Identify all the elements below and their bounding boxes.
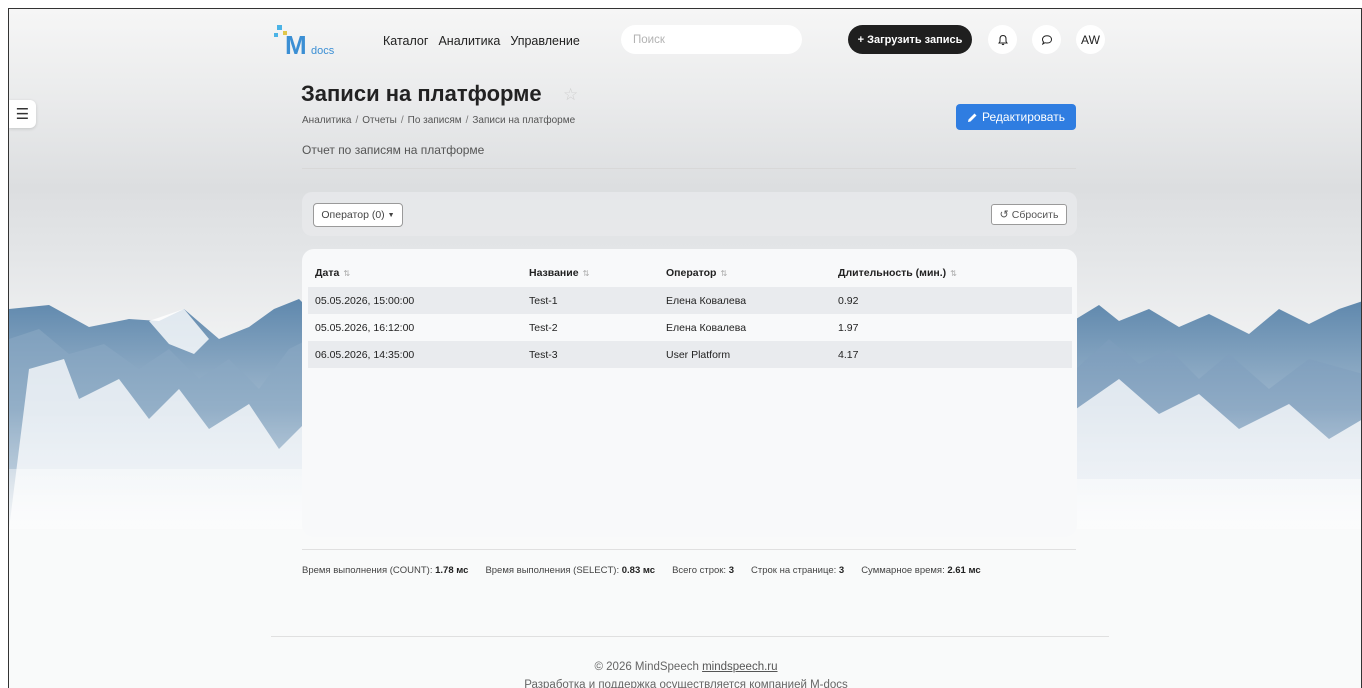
divider: [302, 168, 1076, 169]
stat-rows-per-page: Строк на странице: 3: [751, 565, 845, 576]
column-header-date[interactable]: Дата ⇅: [315, 267, 350, 279]
cell-date: 06.05.2026, 14:35:00: [315, 349, 415, 361]
breadcrumb-analytics[interactable]: Аналитика: [302, 115, 352, 126]
search-input[interactable]: [621, 25, 802, 54]
page-subtitle: Отчет по записям на платформе: [302, 143, 485, 157]
cell-name: Test-2: [529, 322, 558, 334]
cell-operator: Елена Ковалева: [666, 322, 747, 334]
footer-link[interactable]: mindspeech.ru: [702, 661, 777, 673]
app-frame: M docs Каталог Аналитика Управление + За…: [8, 8, 1362, 688]
cell-operator: User Platform: [666, 349, 731, 361]
sidebar-toggle-button[interactable]: ☰: [9, 100, 36, 128]
breadcrumb: Аналитика / Отчеты / По записям / Записи…: [302, 115, 576, 126]
table-row[interactable]: 05.05.2026, 16:12:00 Test-2 Елена Ковале…: [308, 314, 1072, 341]
stat-select-time: Время выполнения (SELECT): 0.83 мс: [485, 565, 656, 576]
divider: [271, 636, 1109, 637]
nav-management[interactable]: Управление: [510, 33, 580, 49]
cell-operator: Елена Ковалева: [666, 295, 747, 307]
table-header: Дата ⇅ Название ⇅ Оператор ⇅ Длительность (…: [302, 263, 1077, 283]
mdocs-logo[interactable]: M docs: [271, 21, 341, 61]
nav-catalog[interactable]: Каталог: [383, 33, 428, 49]
pencil-icon: [968, 113, 977, 122]
caret-down-icon: ▼: [387, 211, 395, 219]
messages-button[interactable]: [1032, 25, 1061, 54]
stat-count-time: Время выполнения (COUNT): 1.78 мс: [302, 565, 469, 576]
edit-button[interactable]: Редактировать: [956, 104, 1076, 130]
operator-filter-label: Оператор (0): [321, 209, 385, 221]
column-header-duration[interactable]: Длительность (мин.) ⇅: [838, 267, 957, 279]
column-header-name[interactable]: Название ⇅: [529, 267, 589, 279]
sort-icon: ⇅: [720, 268, 728, 278]
divider: [302, 549, 1076, 550]
notifications-button[interactable]: [988, 25, 1017, 54]
stat-total-rows: Всего строк: 3: [672, 565, 735, 576]
sort-icon: ⇅: [950, 268, 957, 278]
query-stats: Время выполнения (COUNT): 1.78 мс Время …: [302, 565, 981, 576]
operator-filter-dropdown[interactable]: Оператор (0) ▼: [313, 203, 403, 227]
nav-analytics[interactable]: Аналитика: [438, 33, 500, 49]
chat-bubble-icon: [1041, 34, 1052, 45]
table-row[interactable]: 06.05.2026, 14:35:00 Test-3 User Platfor…: [308, 341, 1072, 368]
reset-filters-button[interactable]: ↺ Сбросить: [991, 204, 1067, 225]
cell-duration: 1.97: [838, 322, 859, 334]
user-avatar[interactable]: AW: [1076, 25, 1105, 54]
cell-name: Test-1: [529, 295, 558, 307]
cell-duration: 0.92: [838, 295, 859, 307]
stat-total-time: Суммарное время: 2.61 мс: [861, 565, 981, 576]
sort-icon: ⇅: [582, 268, 590, 278]
bell-icon: [997, 34, 1008, 45]
footer-support: Разработка и поддержка осуществляется ко…: [524, 679, 848, 688]
logo-text: docs: [311, 45, 335, 57]
upload-record-button[interactable]: + Загрузить запись: [848, 25, 972, 54]
edit-button-label: Редактировать: [982, 110, 1065, 124]
cell-name: Test-3: [529, 349, 558, 361]
cell-date: 05.05.2026, 16:12:00: [315, 322, 415, 334]
breadcrumb-reports[interactable]: Отчеты: [362, 115, 397, 126]
page-title: Записи на платформе: [301, 81, 542, 106]
table-row[interactable]: 05.05.2026, 15:00:00 Test-1 Елена Ковале…: [308, 287, 1072, 314]
star-icon[interactable]: ☆: [563, 85, 578, 105]
breadcrumb-by-records[interactable]: По записям: [408, 115, 462, 126]
footer-copyright: © 2026 MindSpeech mindspeech.ru: [594, 661, 778, 673]
sort-icon: ⇅: [343, 268, 351, 278]
cell-duration: 4.17: [838, 349, 859, 361]
breadcrumb-current: Записи на платформе: [472, 115, 576, 126]
reset-label: Сбросить: [1011, 208, 1059, 221]
reset-icon: ↺: [999, 209, 1009, 221]
cell-date: 05.05.2026, 15:00:00: [315, 295, 415, 307]
svg-text:M: M: [285, 30, 307, 60]
records-table: Дата ⇅ Название ⇅ Оператор ⇅ Длительность (…: [302, 249, 1077, 537]
main-nav: Каталог Аналитика Управление: [383, 33, 580, 49]
hamburger-icon: ☰: [15, 106, 30, 123]
column-header-operator[interactable]: Оператор ⇅: [666, 267, 727, 279]
filter-bar: Оператор (0) ▼ ↺ Сбросить: [302, 192, 1077, 236]
